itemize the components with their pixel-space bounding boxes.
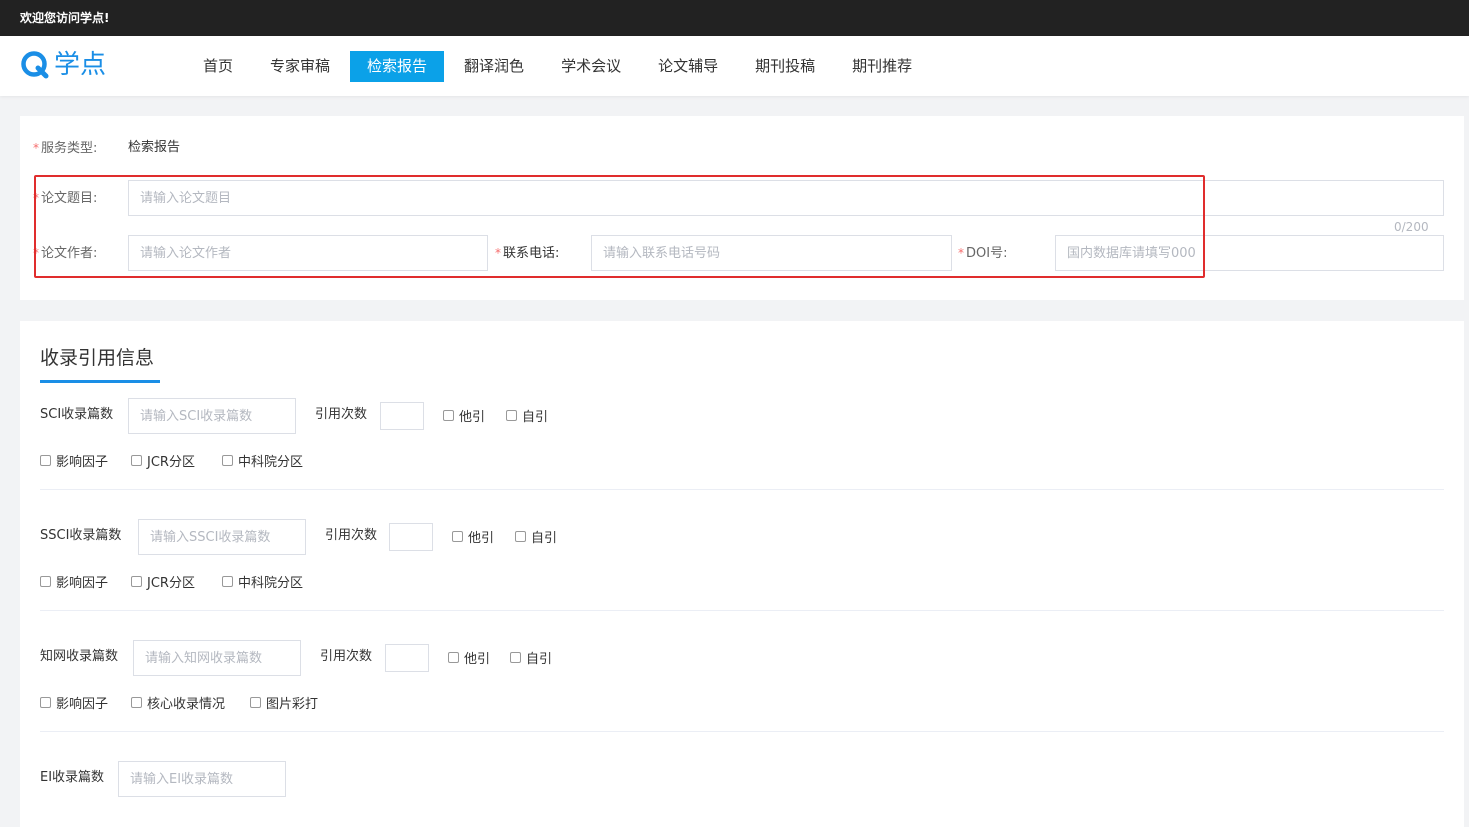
- section-title: 收录引用信息: [40, 347, 155, 369]
- header: 学点 首页 专家审稿 检索报告 翻译润色 学术会议 论文辅导 期刊投稿 期刊推荐: [0, 36, 1469, 96]
- service-type-label: * 服务类型:: [33, 141, 98, 156]
- cnki-self-cite-checkbox[interactable]: 自引: [510, 648, 552, 667]
- ssci-cite-label: 引用次数: [325, 528, 378, 543]
- sci-count-input[interactable]: [128, 398, 296, 434]
- phone-input[interactable]: [591, 235, 952, 271]
- author-input[interactable]: [128, 235, 488, 271]
- phone-label: * 联系电话:: [495, 246, 560, 261]
- author-label: * 论文作者:: [33, 246, 98, 261]
- cnki-count-label: 知网收录篇数: [40, 649, 119, 664]
- ssci-cas-checkbox[interactable]: 中科院分区: [222, 572, 303, 591]
- checkbox-box: [131, 697, 142, 708]
- checkbox-box: [443, 410, 454, 421]
- sci-cite-label: 引用次数: [315, 407, 368, 422]
- cnki-count-input[interactable]: [133, 640, 301, 676]
- divider: [40, 731, 1444, 732]
- basic-info-card: *服务类型: 检索报告 *论文题目: 0/200 *论文作者: *联系电话: *…: [20, 116, 1464, 300]
- cnki-other-cite-checkbox[interactable]: 他引: [448, 648, 490, 667]
- cnki-cite-label: 引用次数: [320, 649, 373, 664]
- citation-info-card: 收录引用信息 SCI收录篇数 引用次数 他引 自引 影响因子 JCR分区 中科院…: [20, 321, 1464, 827]
- sci-jcr-checkbox[interactable]: JCR分区: [131, 451, 195, 470]
- ssci-impact-factor-checkbox[interactable]: 影响因子: [40, 572, 108, 591]
- checkbox-box: [40, 455, 51, 466]
- checkbox-box: [131, 576, 142, 587]
- checkbox-box: [452, 531, 463, 542]
- nav-item-translation[interactable]: 翻译润色: [447, 51, 541, 82]
- ei-count-label: EI收录篇数: [40, 770, 105, 785]
- welcome-text: 欢迎您访问学点!: [20, 11, 110, 25]
- ei-count-input[interactable]: [118, 761, 286, 797]
- nav-item-conference[interactable]: 学术会议: [544, 51, 638, 82]
- cnki-impact-factor-checkbox[interactable]: 影响因子: [40, 693, 108, 712]
- sci-self-cite-checkbox[interactable]: 自引: [506, 406, 548, 425]
- checkbox-box: [250, 697, 261, 708]
- nav-item-search-report[interactable]: 检索报告: [350, 51, 445, 82]
- title-input[interactable]: [128, 180, 1444, 216]
- nav-item-expert-review[interactable]: 专家审稿: [253, 51, 347, 82]
- ssci-self-cite-checkbox[interactable]: 自引: [515, 527, 557, 546]
- nav-item-tutoring[interactable]: 论文辅导: [641, 51, 735, 82]
- title-char-counter: 0/200: [1394, 220, 1429, 234]
- logo[interactable]: 学点: [20, 50, 106, 80]
- doi-label: * DOI号:: [958, 246, 1008, 261]
- ssci-cite-input[interactable]: [389, 523, 433, 551]
- divider: [40, 610, 1444, 611]
- checkbox-box: [222, 576, 233, 587]
- nav-item-journal-recommend[interactable]: 期刊推荐: [835, 51, 929, 82]
- checkbox-box: [515, 531, 526, 542]
- checkbox-box: [506, 410, 517, 421]
- ssci-count-label: SSCI收录篇数: [40, 528, 122, 543]
- ssci-count-input[interactable]: [138, 519, 306, 555]
- sci-other-cite-checkbox[interactable]: 他引: [443, 406, 485, 425]
- sci-count-label: SCI收录篇数: [40, 407, 114, 422]
- divider: [40, 489, 1444, 490]
- section-title-underline: [40, 380, 160, 383]
- checkbox-box: [131, 455, 142, 466]
- sci-cite-input[interactable]: [380, 402, 424, 430]
- cnki-core-checkbox[interactable]: 核心收录情况: [131, 693, 225, 712]
- checkbox-box: [40, 697, 51, 708]
- nav-item-submission[interactable]: 期刊投稿: [738, 51, 832, 82]
- service-type-value: 检索报告: [128, 140, 181, 155]
- checkbox-box: [40, 576, 51, 587]
- ssci-other-cite-checkbox[interactable]: 他引: [452, 527, 494, 546]
- welcome-bar: 欢迎您访问学点!: [0, 0, 1469, 36]
- cnki-color-print-checkbox[interactable]: 图片彩打: [250, 693, 318, 712]
- ssci-jcr-checkbox[interactable]: JCR分区: [131, 572, 195, 591]
- main-nav: 首页 专家审稿 检索报告 翻译润色 学术会议 论文辅导 期刊投稿 期刊推荐: [186, 51, 932, 82]
- nav-item-home[interactable]: 首页: [186, 51, 250, 82]
- checkbox-box: [448, 652, 459, 663]
- title-label: * 论文题目:: [33, 191, 98, 206]
- doi-input[interactable]: [1055, 235, 1444, 271]
- cnki-cite-input[interactable]: [385, 644, 429, 672]
- sci-impact-factor-checkbox[interactable]: 影响因子: [40, 451, 108, 470]
- logo-q-icon: [21, 51, 49, 79]
- logo-text: 学点: [54, 50, 107, 80]
- checkbox-box: [510, 652, 521, 663]
- checkbox-box: [222, 455, 233, 466]
- sci-cas-checkbox[interactable]: 中科院分区: [222, 451, 303, 470]
